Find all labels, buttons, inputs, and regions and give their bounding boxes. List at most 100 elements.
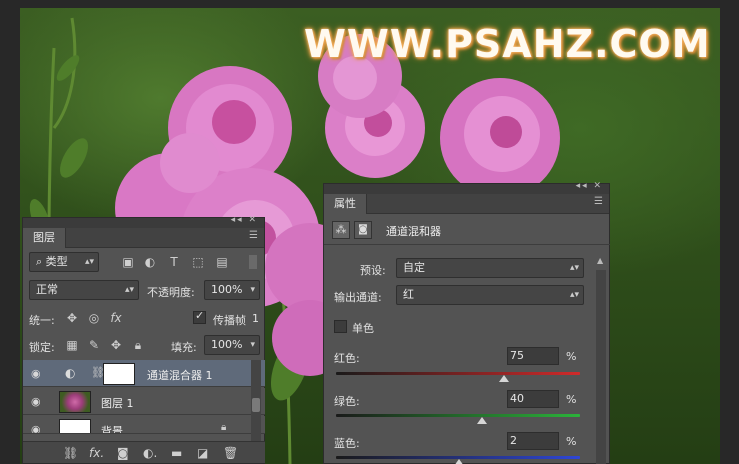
chevron-down-icon: ▾ bbox=[250, 340, 255, 350]
propagate-frame-value: 1 bbox=[252, 312, 259, 325]
opacity-label: 不透明度: bbox=[147, 286, 195, 299]
updown-arrows-icon: ▴▾ bbox=[124, 285, 134, 295]
green-slider-track[interactable] bbox=[336, 414, 580, 417]
layer-row-channel-mixer[interactable]: ◉ ◐ ⛓ 通道混合器 1 bbox=[23, 360, 265, 387]
red-value-input[interactable]: 75 bbox=[507, 347, 559, 365]
fx-icon[interactable]: fx. bbox=[89, 446, 104, 460]
output-channel-dropdown[interactable]: 红 ▴▾ bbox=[396, 285, 584, 305]
propagate-frame-checkbox[interactable]: ✓ bbox=[193, 309, 206, 324]
lock-position-icon[interactable]: ✥ bbox=[109, 338, 123, 352]
panel-menu-icon[interactable]: ☰ bbox=[249, 230, 258, 241]
layers-panel-titlebar[interactable]: ◂◂ ✕ bbox=[23, 215, 264, 228]
eye-icon[interactable]: ◉ bbox=[31, 423, 41, 433]
layers-panel: ◂◂ ✕ 图层 ☰ ⌕ 类型 ▴▾ ▣ ◐ T ⬚ ▤ 正常 ▴▾ 不透明度: … bbox=[22, 215, 265, 464]
add-mask-icon[interactable]: ◙ bbox=[117, 446, 129, 460]
lock-transparent-icon[interactable]: ▦ bbox=[65, 338, 79, 352]
layer-mask-thumbnail[interactable] bbox=[103, 363, 135, 385]
adjustment-type-icon[interactable]: ⁂ bbox=[332, 221, 350, 239]
lock-label: 锁定: bbox=[29, 341, 55, 354]
output-channel-value: 红 bbox=[403, 288, 414, 301]
unify-label: 统一: bbox=[29, 314, 55, 327]
properties-scrollbar[interactable]: ▲ bbox=[596, 256, 606, 464]
red-slider-track[interactable] bbox=[336, 372, 580, 375]
collapse-icon[interactable]: ◂◂ ✕ bbox=[576, 181, 603, 191]
layer-filter-value: 类型 bbox=[45, 255, 68, 268]
blue-unit: % bbox=[566, 435, 577, 448]
collapse-icon[interactable]: ◂◂ ✕ bbox=[231, 215, 258, 225]
new-adjustment-icon[interactable]: ◐. bbox=[143, 446, 157, 460]
layer-row-background[interactable]: ◉ 背景 🔒︎ bbox=[23, 416, 265, 434]
red-slider-knob[interactable] bbox=[498, 375, 509, 382]
lock-pixels-icon[interactable]: ✎ bbox=[87, 338, 101, 352]
checkmark-icon: ✓ bbox=[195, 309, 205, 322]
green-value-input[interactable]: 40 bbox=[507, 390, 559, 408]
layers-footer: ⛓ fx. ◙ ◐. ▬ ◪ 🗑︎ bbox=[23, 441, 265, 463]
properties-panel-titlebar[interactable]: ◂◂ ✕ bbox=[324, 181, 609, 194]
filter-toggle-icon[interactable] bbox=[249, 255, 257, 269]
unify-visibility-icon[interactable]: ◎ bbox=[87, 311, 101, 325]
green-label: 绿色: bbox=[334, 395, 360, 408]
image-filter-icon[interactable]: ▣ bbox=[121, 255, 135, 269]
updown-arrows-icon: ▴▾ bbox=[84, 257, 94, 267]
opacity-field[interactable]: 100% ▾ bbox=[204, 280, 260, 300]
fill-label: 填充: bbox=[171, 341, 197, 354]
lock-all-icon[interactable]: 🔒︎ bbox=[131, 338, 145, 352]
layer-name[interactable]: 图层 1 bbox=[101, 395, 134, 411]
properties-tab-row: 属性 ☰ bbox=[324, 194, 609, 214]
layer-thumbnail[interactable] bbox=[59, 419, 91, 433]
tab-layers[interactable]: 图层 bbox=[23, 228, 66, 248]
layer-filter-dropdown[interactable]: ⌕ 类型 ▴▾ bbox=[29, 252, 99, 272]
layer-name[interactable]: 通道混合器 1 bbox=[147, 367, 213, 383]
type-filter-icon[interactable]: T bbox=[167, 255, 181, 269]
updown-arrows-icon: ▴▾ bbox=[569, 290, 579, 300]
panel-menu-icon[interactable]: ☰ bbox=[594, 196, 603, 207]
link-layers-icon[interactable]: ⛓ bbox=[63, 446, 78, 460]
blue-label: 蓝色: bbox=[334, 437, 360, 450]
blend-mode-dropdown[interactable]: 正常 ▴▾ bbox=[29, 280, 139, 300]
mask-icon[interactable]: ◙ bbox=[354, 221, 372, 239]
new-layer-icon[interactable]: ◪ bbox=[197, 446, 208, 460]
panel-title: 通道混和器 bbox=[386, 225, 441, 238]
monochrome-label: 单色 bbox=[352, 322, 374, 335]
eye-icon[interactable]: ◉ bbox=[31, 395, 41, 408]
opacity-value: 100% bbox=[211, 283, 243, 296]
blue-slider-knob[interactable] bbox=[454, 459, 465, 464]
properties-panel: ◂◂ ✕ 属性 ☰ ⁂ ◙ 通道混和器 预设: 自定 ▴▾ 输出通道: 红 ▴▾… bbox=[323, 181, 610, 464]
blend-mode-value: 正常 bbox=[36, 283, 58, 296]
fill-value: 100% bbox=[211, 338, 243, 351]
layer-thumbnail[interactable] bbox=[59, 391, 91, 413]
shape-filter-icon[interactable]: ⬚ bbox=[191, 255, 205, 269]
preset-label: 预设: bbox=[360, 264, 386, 277]
monochrome-checkbox[interactable] bbox=[334, 320, 347, 333]
lock-icon: 🔒︎ bbox=[221, 422, 227, 433]
green-slider-knob[interactable] bbox=[477, 417, 488, 424]
adjustment-layer-icon: ◐ bbox=[65, 366, 76, 380]
properties-header: ⁂ ◙ 通道混和器 bbox=[324, 215, 610, 245]
tab-properties[interactable]: 属性 bbox=[324, 194, 367, 214]
search-icon: ⌕ bbox=[36, 255, 46, 268]
preset-dropdown[interactable]: 自定 ▴▾ bbox=[396, 258, 584, 278]
scrollbar-thumb[interactable] bbox=[252, 398, 260, 412]
unify-position-icon[interactable]: ✥ bbox=[65, 311, 79, 325]
layers-scrollbar[interactable] bbox=[251, 360, 261, 442]
chevron-down-icon: ▾ bbox=[250, 285, 255, 295]
unify-style-icon[interactable]: fx bbox=[109, 311, 123, 325]
output-channel-label: 输出通道: bbox=[334, 291, 382, 304]
layer-name[interactable]: 背景 bbox=[101, 423, 123, 433]
adjustment-filter-icon[interactable]: ◐ bbox=[143, 255, 157, 269]
green-unit: % bbox=[566, 393, 577, 406]
smart-object-filter-icon[interactable]: ▤ bbox=[215, 255, 229, 269]
red-unit: % bbox=[566, 350, 577, 363]
scroll-up-icon[interactable]: ▲ bbox=[597, 256, 603, 265]
fill-field[interactable]: 100% ▾ bbox=[204, 335, 260, 355]
watermark-text: WWW.PSAHZ.COM bbox=[304, 22, 711, 66]
updown-arrows-icon: ▴▾ bbox=[569, 263, 579, 273]
layers-tab-row: 图层 ☰ bbox=[23, 228, 264, 248]
new-group-icon[interactable]: ▬ bbox=[171, 446, 182, 460]
blue-value-input[interactable]: 2 bbox=[507, 432, 559, 450]
eye-icon[interactable]: ◉ bbox=[31, 367, 41, 380]
propagate-frame-label: 传播帧 bbox=[213, 314, 246, 327]
layer-row-layer1[interactable]: ◉ 图层 1 bbox=[23, 388, 265, 415]
red-label: 红色: bbox=[334, 352, 360, 365]
delete-layer-icon[interactable]: 🗑︎ bbox=[223, 446, 238, 460]
